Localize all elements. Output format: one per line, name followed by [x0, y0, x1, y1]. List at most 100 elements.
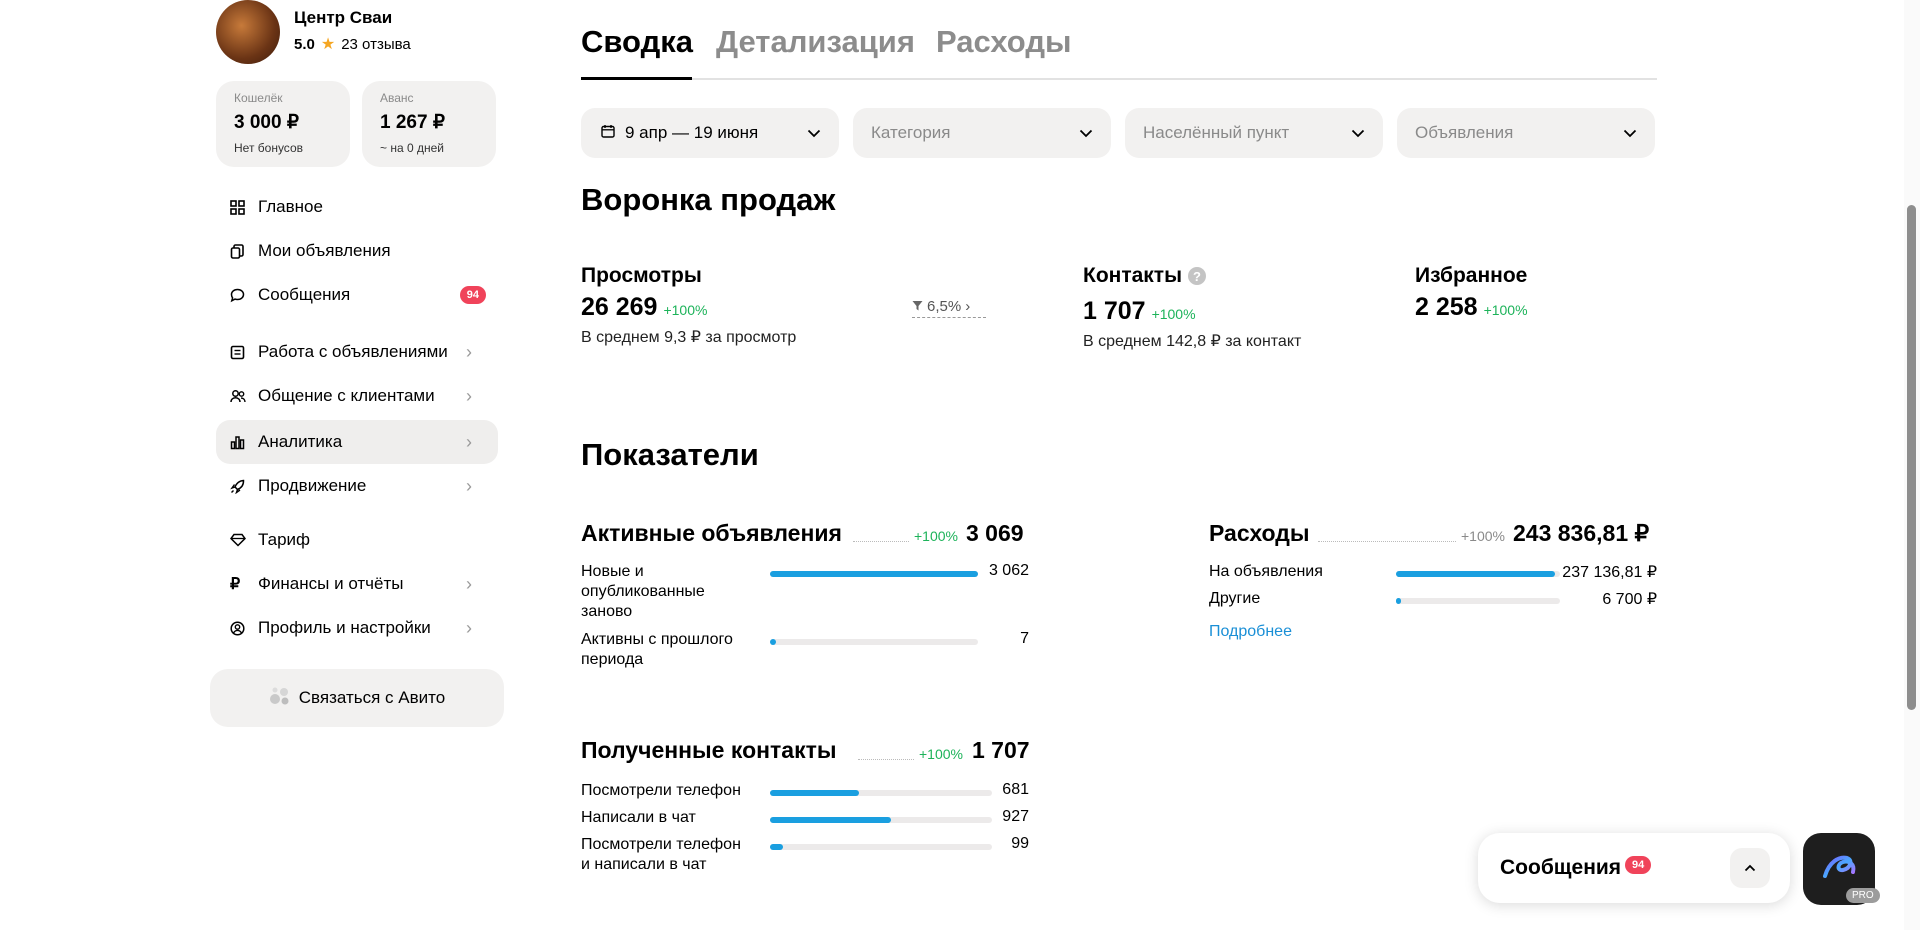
ads-placeholder: Объявления [1415, 123, 1514, 142]
contacts-pct: +100% [1151, 306, 1196, 322]
chevron-down-icon [807, 123, 821, 143]
diamond-icon [230, 533, 258, 547]
expenses-row-bar [1396, 571, 1560, 577]
sidebar-item-label: Профиль и настройки [258, 618, 431, 637]
list-icon [230, 345, 258, 360]
sidebar-item-profile[interactable]: Профиль и настройки › [216, 606, 498, 650]
favorites-pct: +100% [1483, 302, 1528, 318]
sidebar-item-label: Аналитика [258, 432, 343, 451]
expenses-pct: +100% [1461, 528, 1505, 544]
expenses-row-bar-fill [1396, 598, 1401, 604]
conversion-link[interactable]: 6,5% › [912, 298, 986, 318]
messages-panel-badge: 94 [1625, 856, 1652, 874]
chevron-down-icon [1079, 123, 1093, 143]
category-placeholder: Категория [871, 123, 951, 142]
shop-name[interactable]: Центр Сваи [294, 8, 392, 28]
sidebar-item-clients[interactable]: Общение с клиентами › [216, 374, 498, 418]
contacts-row-label: Посмотрели телефон [581, 782, 741, 799]
user-circle-icon [230, 620, 258, 636]
advance-card[interactable]: Аванс 1 267 ₽ ~ на 0 дней [362, 81, 496, 167]
sidebar-item-tariff[interactable]: Тариф [216, 518, 498, 562]
star-icon: ★ [320, 36, 336, 53]
avito-logo-icon [269, 686, 291, 711]
reviews-count: 23 отзыва [341, 35, 411, 53]
contacts-row-value: 681 [1002, 781, 1029, 798]
ai-assistant-icon [1819, 850, 1859, 889]
date-range-filter[interactable]: 9 апр — 19 июня [581, 108, 839, 158]
contacts-row-label: Посмотрели телефон и написали в чат [581, 836, 741, 873]
chevron-right-icon: › [466, 341, 472, 362]
ads-filter[interactable]: Объявления [1397, 108, 1655, 158]
help-icon[interactable]: ? [1188, 267, 1207, 285]
contacts-row-bar [770, 844, 992, 850]
tab-summary[interactable]: Сводка [581, 24, 693, 60]
received-contacts-title: Полученные контакты [581, 737, 837, 763]
received-contacts-pct: +100% [919, 746, 963, 762]
leader-dots [1318, 541, 1456, 542]
active-row-label: Активны с прошлого периода [581, 631, 733, 668]
active-ads-total: 3 069 [966, 520, 1024, 546]
chat-icon [230, 288, 258, 303]
date-range-value: 9 апр — 19 июня [625, 123, 759, 142]
category-filter[interactable]: Категория [853, 108, 1111, 158]
scrollbar-thumb[interactable] [1907, 205, 1916, 710]
favorites-metric: 2 258 +100% [1415, 293, 1528, 322]
indicators-title: Показатели [581, 437, 759, 472]
tab-details[interactable]: Детализация [716, 24, 915, 60]
sidebar-item-ad-work[interactable]: Работа с объявлениями › [216, 330, 498, 374]
views-pct: +100% [663, 302, 708, 318]
active-row-label: Новые и опубликованные заново [581, 563, 705, 620]
conversion-value: 6,5% [927, 298, 962, 315]
favorites-value: 2 258 [1415, 293, 1478, 321]
advance-value: 1 267 ₽ [380, 112, 445, 133]
active-row-bar [770, 639, 978, 645]
expenses-row-bar-fill [1396, 571, 1556, 577]
contacts-metric-header: Контакты ? [1083, 264, 1207, 288]
sidebar-item-messages[interactable]: Сообщения 94 [216, 273, 498, 317]
chevron-right-icon: › [965, 298, 971, 315]
grid-icon [230, 199, 258, 215]
wallet-card[interactable]: Кошелёк 3 000 ₽ Нет бонусов [216, 81, 350, 167]
people-icon [230, 389, 258, 404]
views-metric: 26 269 +100% [581, 293, 707, 322]
expenses-row-value: 6 700 ₽ [1602, 591, 1657, 608]
chevron-up-icon [1744, 859, 1756, 877]
tab-expenses[interactable]: Расходы [936, 24, 1072, 60]
views-sub: В среднем 9,3 ₽ за просмотр [581, 329, 797, 346]
active-row-bar-fill [770, 571, 978, 577]
messages-panel[interactable]: Сообщения 94 [1478, 833, 1790, 903]
ruble-icon: ₽ [230, 576, 241, 593]
advance-sub: ~ на 0 дней [380, 141, 444, 155]
shop-rating[interactable]: 5.0 ★ 23 отзыва [294, 34, 411, 54]
sidebar-item-promotion[interactable]: Продвижение › [216, 464, 498, 508]
leader-dots [858, 759, 914, 760]
copy-icon [230, 243, 258, 259]
contacts-sub: В среднем 142,8 ₽ за контакт [1083, 333, 1302, 350]
sidebar-item-analytics[interactable]: Аналитика › [216, 420, 498, 464]
pro-badge: PRO [1846, 888, 1880, 903]
contacts-row-bar-fill [770, 817, 891, 823]
contact-avito-button[interactable]: Связаться с Авито [210, 669, 504, 727]
sidebar-item-label: Мои объявления [258, 241, 391, 260]
expenses-more-link[interactable]: Подробнее [1209, 623, 1292, 641]
active-row-value: 3 062 [988, 562, 1029, 579]
sidebar-item-label: Главное [258, 197, 323, 216]
sidebar-item-my-ads[interactable]: Мои объявления [216, 229, 498, 273]
active-row-value: 7 [1020, 630, 1029, 647]
chevron-down-icon [1351, 123, 1365, 143]
messages-panel-title: Сообщения [1500, 856, 1622, 879]
rocket-icon [230, 479, 258, 494]
shop-avatar[interactable] [216, 0, 280, 64]
funnel-icon [912, 298, 923, 315]
favorites-label: Избранное [1415, 264, 1528, 287]
chevron-right-icon: › [466, 617, 472, 638]
locality-filter[interactable]: Населённый пункт [1125, 108, 1383, 158]
contacts-label: Контакты [1083, 264, 1183, 287]
contacts-row-value: 99 [1011, 835, 1029, 852]
bar-chart-icon [230, 435, 258, 450]
sidebar-item-finance[interactable]: ₽ Финансы и отчёты › [216, 562, 498, 606]
contacts-row-bar [770, 790, 992, 796]
expenses-row-label: Другие [1209, 590, 1261, 607]
sidebar-item-main[interactable]: Главное [216, 185, 498, 229]
expand-messages-button[interactable] [1730, 848, 1770, 888]
